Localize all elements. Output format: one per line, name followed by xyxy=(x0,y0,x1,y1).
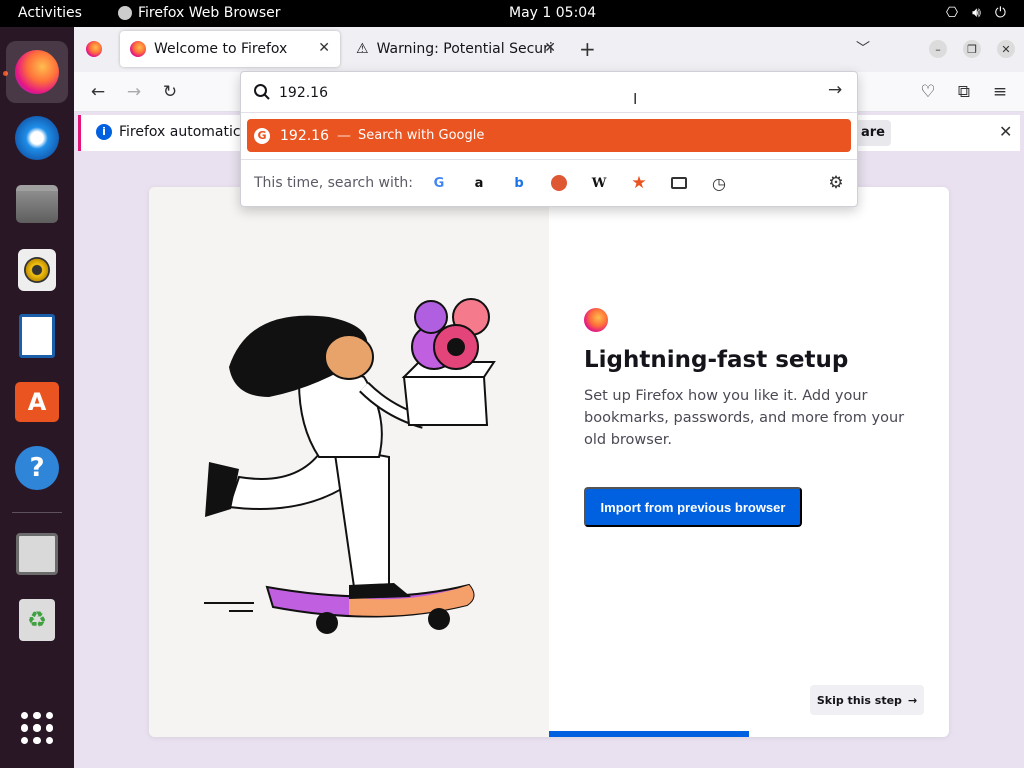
firefox-window: Welcome to Firefox ✕ ⚠ Warning: Potentia… xyxy=(74,27,1024,768)
app-menu[interactable]: Firefox Web Browser xyxy=(118,5,281,21)
gnome-top-bar: Activities Firefox Web Browser May 1 05:… xyxy=(0,0,1024,27)
url-input[interactable] xyxy=(279,81,819,105)
close-tab-icon[interactable]: ✕ xyxy=(318,40,330,56)
dock-trash[interactable]: ♻ xyxy=(6,589,68,651)
notification-text: Firefox automatica xyxy=(119,124,250,140)
firefox-icon xyxy=(118,6,132,20)
dock-save[interactable] xyxy=(6,523,68,585)
close-tab-icon[interactable]: ✕ xyxy=(544,40,556,56)
activities-button[interactable]: Activities xyxy=(18,5,82,21)
new-tab-button[interactable]: + xyxy=(579,37,596,61)
one-off-label: This time, search with: xyxy=(254,175,413,191)
speaker-icon xyxy=(18,249,56,291)
minimize-icon[interactable]: – xyxy=(929,40,947,58)
app-center-icon: A xyxy=(15,382,59,422)
tabs-icon[interactable] xyxy=(667,171,691,195)
clock[interactable]: May 1 05:04 xyxy=(509,5,596,21)
grid-icon xyxy=(21,712,53,744)
tab-bar: Welcome to Firefox ✕ ⚠ Warning: Potentia… xyxy=(74,27,1024,72)
app-name-label: Firefox Web Browser xyxy=(138,5,281,21)
tab-title: Warning: Potential Securi xyxy=(376,41,553,57)
import-browser-button[interactable]: Import from previous browser xyxy=(584,487,802,527)
urlbar-dropdown: I → G 192.16 — Search with Google This t… xyxy=(240,71,858,207)
dock-show-apps[interactable] xyxy=(6,697,68,759)
extensions-icon[interactable]: ⧉ xyxy=(950,80,978,104)
suggestion-separator: — xyxy=(337,127,351,144)
folder-icon xyxy=(16,185,58,223)
firefox-view-button[interactable] xyxy=(86,41,102,57)
firefox-view-icon xyxy=(86,41,102,57)
search-icon xyxy=(253,83,271,105)
tab-warning[interactable]: ⚠ Warning: Potential Securi ✕ xyxy=(346,31,566,67)
skateboarder-illustration xyxy=(204,298,496,634)
text-cursor-icon: I xyxy=(633,90,638,108)
firefox-icon xyxy=(15,50,59,94)
dock-thunderbird[interactable] xyxy=(6,107,68,169)
list-all-tabs-icon[interactable]: ﹀ xyxy=(856,38,870,58)
dock-separator xyxy=(12,512,62,513)
wikipedia-engine-icon[interactable]: W xyxy=(587,171,611,195)
back-arrow-icon[interactable]: ← xyxy=(84,80,112,104)
history-clock-icon[interactable]: ◷ xyxy=(707,171,731,195)
suggestion-action: Search with Google xyxy=(358,128,485,143)
help-icon: ? xyxy=(15,446,59,490)
warning-icon: ⚠ xyxy=(356,41,369,57)
tab-welcome[interactable]: Welcome to Firefox ✕ xyxy=(120,31,340,67)
pocket-icon[interactable]: ♡ xyxy=(914,80,942,104)
firefox-logo-icon xyxy=(584,308,608,332)
maximize-icon[interactable]: ❐ xyxy=(963,40,981,58)
divider xyxy=(241,112,857,113)
dock-writer[interactable] xyxy=(6,305,68,367)
go-arrow-icon[interactable]: → xyxy=(828,80,842,100)
dock: A ? ♻ xyxy=(0,27,74,768)
forward-arrow-icon[interactable]: → xyxy=(120,80,148,104)
info-icon: i xyxy=(96,124,112,140)
google-engine-icon[interactable]: G xyxy=(427,171,451,195)
thunderbird-icon xyxy=(15,116,59,160)
bookmarks-star-icon[interactable]: ★ xyxy=(627,171,651,195)
power-icon: ⏻ xyxy=(994,5,1006,21)
volume-icon: 🔊︎ xyxy=(972,5,981,21)
floppy-icon xyxy=(16,533,58,575)
welcome-card: Lightning-fast setup Set up Firefox how … xyxy=(149,187,949,737)
reload-icon[interactable]: ↻ xyxy=(156,80,184,104)
close-window-icon[interactable]: ✕ xyxy=(997,40,1015,58)
dock-firefox[interactable] xyxy=(6,41,68,103)
dock-files[interactable] xyxy=(6,173,68,235)
skip-label: Skip this step xyxy=(816,693,902,707)
onboarding-progress xyxy=(549,731,749,737)
arrow-right-icon: → xyxy=(907,693,918,707)
network-icon: ⎔ xyxy=(945,5,959,21)
bing-engine-icon[interactable]: b xyxy=(507,171,531,195)
page-subtitle: Set up Firefox how you like it. Add your… xyxy=(584,388,905,448)
dock-rhythmbox[interactable] xyxy=(6,239,68,301)
skip-step-button[interactable]: Skip this step → xyxy=(810,685,924,715)
document-icon xyxy=(19,314,55,358)
firefox-favicon-icon xyxy=(130,41,146,57)
duckduckgo-engine-icon[interactable] xyxy=(547,171,571,195)
suggestion-query: 192.16 xyxy=(280,127,329,144)
divider xyxy=(241,159,857,160)
close-notification-icon[interactable]: ✕ xyxy=(999,122,1012,141)
dock-help[interactable]: ? xyxy=(6,437,68,499)
illustration-panel xyxy=(149,187,549,737)
dock-app-center[interactable]: A xyxy=(6,371,68,433)
trash-icon: ♻ xyxy=(19,599,55,641)
page-title: Lightning-fast setup xyxy=(584,347,849,373)
settings-gear-icon[interactable]: ⚙ xyxy=(824,171,848,195)
search-suggestion-row[interactable]: G 192.16 — Search with Google xyxy=(247,119,851,152)
google-icon: G xyxy=(254,127,270,144)
tab-title: Welcome to Firefox xyxy=(154,41,288,57)
system-tray[interactable]: ⎔ 🔊︎ ⏻ xyxy=(946,5,1006,21)
hamburger-menu-icon[interactable]: ≡ xyxy=(986,80,1014,104)
amazon-engine-icon[interactable]: a xyxy=(467,171,491,195)
